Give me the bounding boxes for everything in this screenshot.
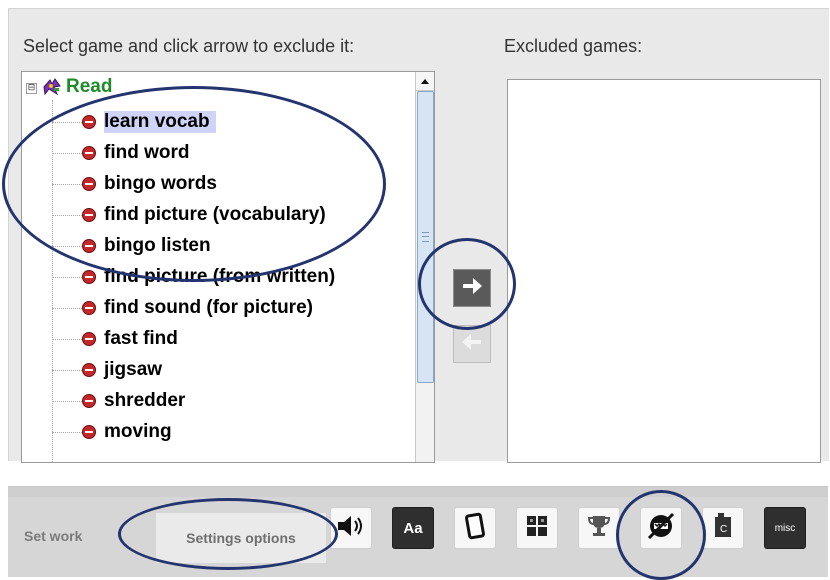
- game-label: find picture (vocabulary): [104, 204, 326, 225]
- excluded-games-list[interactable]: [507, 79, 821, 463]
- tab-set-work[interactable]: Set work: [24, 528, 82, 544]
- tree-root-read[interactable]: Read: [66, 76, 112, 98]
- games-tree[interactable]: ⊟ Read learn vocab find word bingo words…: [21, 71, 435, 463]
- game-icon: [82, 270, 96, 284]
- game-icon: [82, 177, 96, 191]
- trophy-settings-button[interactable]: [578, 507, 620, 549]
- game-exclusion-panel: Select game and click arrow to exclude i…: [8, 8, 829, 463]
- game-item-find-word[interactable]: find word: [52, 138, 195, 168]
- game-label: bingo listen: [104, 235, 211, 256]
- game-icon: [82, 363, 96, 377]
- game-icon: [82, 301, 96, 315]
- select-game-instruction: Select game and click arrow to exclude i…: [23, 36, 355, 56]
- trophy-icon: [586, 513, 612, 544]
- game-item-fast-find[interactable]: fast find: [52, 324, 184, 354]
- game-item-jigsaw[interactable]: jigsaw: [52, 355, 168, 385]
- game-item-find-picture-from-written[interactable]: find picture (from written): [52, 262, 341, 292]
- excluded-games-label: Excluded games:: [504, 36, 643, 56]
- game-item-find-picture-vocabulary[interactable]: find picture (vocabulary): [52, 200, 332, 230]
- game-item-learn-vocab[interactable]: learn vocab: [52, 107, 216, 137]
- font-settings-button[interactable]: Aa: [392, 507, 434, 549]
- game-icon: [82, 239, 96, 253]
- game-exclusion-button[interactable]: [640, 507, 682, 549]
- game-item-find-sound-for-picture[interactable]: find sound (for picture): [52, 293, 319, 323]
- arrow-right-icon: [460, 275, 484, 302]
- game-label: fast find: [104, 328, 178, 349]
- game-item-bingo-words[interactable]: bingo words: [52, 169, 223, 199]
- include-game-button[interactable]: [453, 325, 491, 363]
- c-settings-button[interactable]: C: [702, 507, 744, 549]
- game-exclude-icon: [646, 511, 676, 546]
- sound-settings-button[interactable]: [330, 507, 372, 549]
- svg-text:C: C: [720, 524, 727, 535]
- game-label: learn vocab: [104, 111, 216, 133]
- game-icon: [82, 332, 96, 346]
- collapse-toggle-icon[interactable]: ⊟: [26, 83, 37, 94]
- game-label: find word: [104, 142, 190, 163]
- read-category-icon: [42, 78, 62, 101]
- card-icon: [464, 512, 486, 545]
- game-label: find picture (from written): [104, 266, 336, 287]
- speaker-icon: [336, 514, 366, 543]
- font-icon: Aa: [403, 519, 423, 537]
- game-icon: [82, 208, 96, 222]
- toolbar-strip: [8, 487, 828, 497]
- grid-icon: [525, 514, 549, 543]
- game-item-bingo-listen[interactable]: bingo listen: [52, 231, 217, 261]
- grid-settings-button[interactable]: [516, 507, 558, 549]
- c-note-icon: C: [710, 511, 736, 546]
- arrow-left-icon: [460, 331, 484, 358]
- game-label: moving: [104, 421, 172, 442]
- tab-settings-options[interactable]: Settings options: [156, 513, 326, 563]
- exclude-game-button[interactable]: [453, 269, 491, 307]
- misc-icon: misc: [774, 522, 796, 534]
- card-settings-button[interactable]: [454, 507, 496, 549]
- game-label: shredder: [104, 390, 186, 411]
- game-icon: [82, 425, 96, 439]
- scrollbar-thumb[interactable]: [417, 91, 434, 383]
- game-label: jigsaw: [104, 359, 163, 380]
- game-icon: [82, 115, 96, 129]
- tree-scrollbar[interactable]: [415, 72, 434, 462]
- game-item-shredder[interactable]: shredder: [52, 386, 191, 416]
- game-label: bingo words: [104, 173, 217, 194]
- settings-toolbar: Set work Settings options Aa C misc: [8, 486, 828, 577]
- scroll-up-icon[interactable]: [416, 72, 434, 91]
- misc-settings-button[interactable]: misc: [764, 507, 806, 549]
- game-item-moving[interactable]: moving: [52, 417, 178, 447]
- game-icon: [82, 394, 96, 408]
- game-icon: [82, 146, 96, 160]
- game-label: find sound (for picture): [104, 297, 313, 318]
